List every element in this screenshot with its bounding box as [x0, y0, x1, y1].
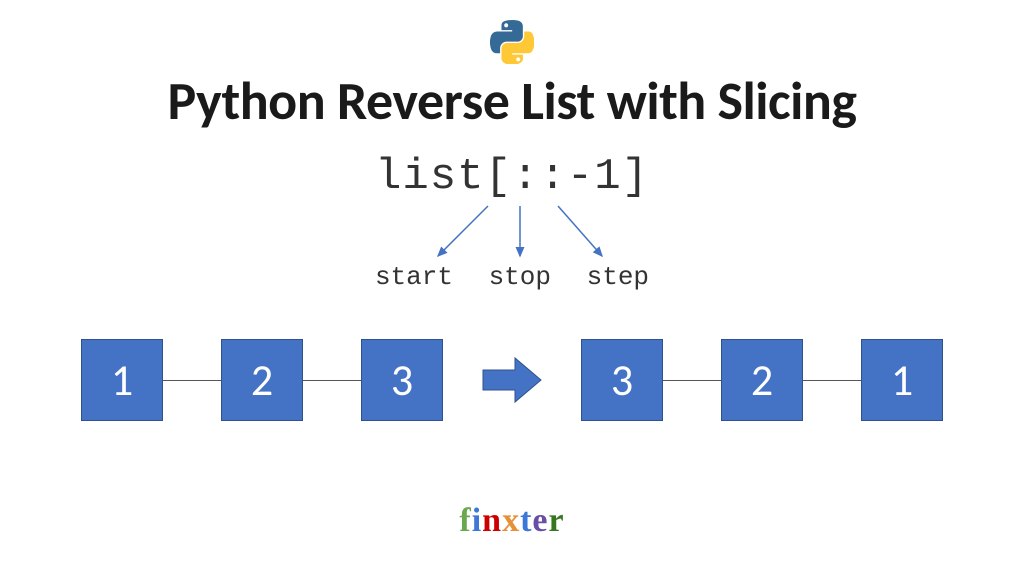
brand-letter: i	[472, 502, 482, 539]
brand-letter: r	[549, 502, 565, 539]
brand-letter: x	[502, 502, 520, 539]
connector-line	[663, 380, 721, 381]
list-item: 1	[81, 339, 163, 421]
list-transformation-row: 1 2 3 3 2 1	[0, 330, 1024, 430]
list-item: 1	[861, 339, 943, 421]
brand-letter: e	[532, 502, 548, 539]
list-after: 3 2 1	[581, 339, 943, 421]
connector-line	[163, 380, 221, 381]
connector-line	[303, 380, 361, 381]
brand-logo: finxter	[0, 502, 1024, 540]
transform-arrow-icon	[481, 356, 543, 404]
list-item: 3	[361, 339, 443, 421]
python-logo-icon	[490, 20, 534, 69]
brand-letter: t	[520, 502, 532, 539]
slice-label-step: step	[587, 262, 649, 292]
list-item: 3	[581, 339, 663, 421]
list-before: 1 2 3	[81, 339, 443, 421]
slice-labels: start stop step	[0, 262, 1024, 292]
connector-line	[803, 380, 861, 381]
slice-label-start: start	[375, 262, 453, 292]
brand-letter: f	[459, 502, 471, 539]
list-item: 2	[221, 339, 303, 421]
brand-letter: n	[482, 502, 502, 539]
list-item: 2	[721, 339, 803, 421]
slice-annotation-arrows	[380, 200, 660, 270]
code-expression: list[::-1]	[0, 152, 1024, 202]
slice-label-stop: stop	[489, 262, 551, 292]
page-title: Python Reverse List with Slicing	[0, 68, 1024, 134]
